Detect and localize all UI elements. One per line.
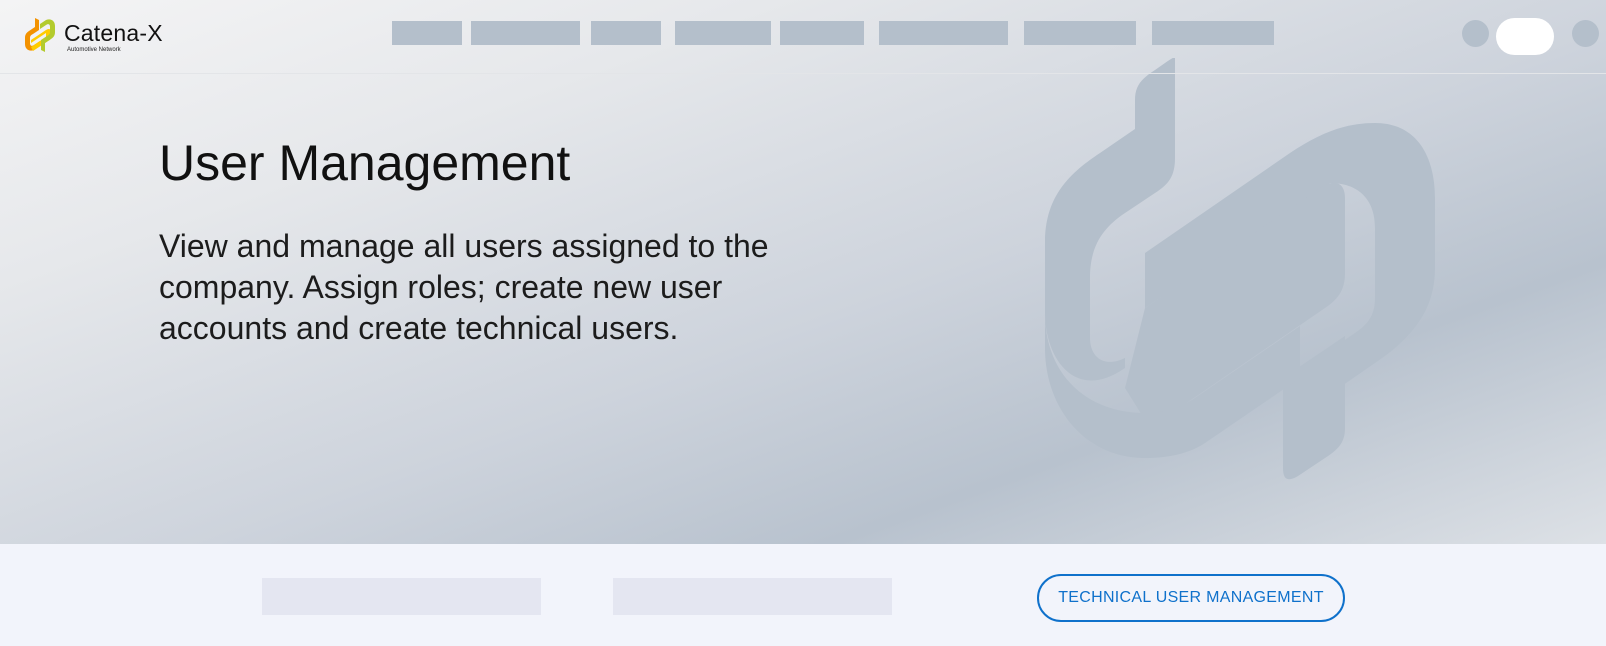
nav-item-6[interactable]: [879, 21, 1008, 45]
help-icon[interactable]: [1462, 20, 1489, 47]
nav-item-5[interactable]: [780, 21, 864, 45]
top-navigation-bar: Catena-X Automotive Network: [0, 0, 1606, 74]
nav-item-8[interactable]: [1152, 21, 1274, 45]
invite-user-button[interactable]: [262, 578, 541, 615]
user-menu-icon[interactable]: [1496, 18, 1554, 55]
brand-tagline: Automotive Network: [67, 47, 121, 53]
nav-item-4[interactable]: [675, 21, 771, 45]
page-description: View and manage all users assigned to th…: [159, 228, 769, 346]
notification-icon[interactable]: [1572, 20, 1599, 47]
nav-item-1[interactable]: [392, 21, 462, 45]
nav-item-2[interactable]: [471, 21, 580, 45]
page-title: User Management: [159, 135, 571, 191]
nav-item-3[interactable]: [591, 21, 661, 45]
app-access-button[interactable]: [613, 578, 892, 615]
catena-x-logo-icon: [25, 18, 55, 52]
hero-section: User Management View and manage all user…: [0, 0, 1606, 544]
brand-name: Catena-X: [64, 20, 163, 46]
catena-x-logo[interactable]: Catena-X Automotive Network: [22, 16, 163, 54]
catena-x-watermark-icon: [1045, 58, 1435, 480]
technical-user-management-button[interactable]: TECHNICAL USER MANAGEMENT: [1037, 574, 1345, 622]
action-bar: TECHNICAL USER MANAGEMENT: [0, 544, 1606, 646]
nav-item-7[interactable]: [1024, 21, 1136, 45]
